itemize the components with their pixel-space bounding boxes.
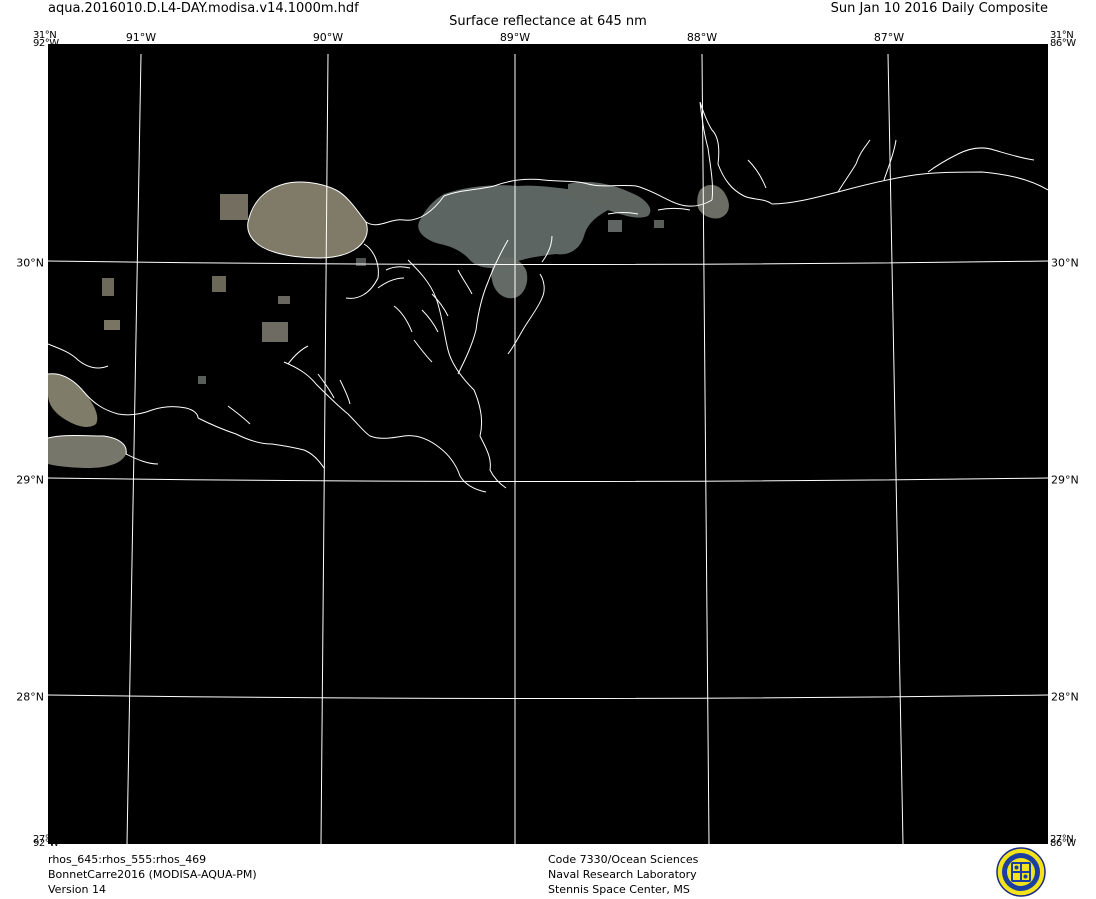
ocean-background [48, 44, 1048, 844]
corner-lon-top-right: 86°W [1050, 38, 1076, 49]
composite-label: Sun Jan 10 2016 Daily Composite [830, 1, 1048, 16]
lon-label-91w: 91°W [125, 31, 157, 44]
footer-band-combo: rhos_645:rhos_555:rhos_469 [48, 853, 207, 866]
lat-label-29n-left: 29°N [16, 473, 44, 487]
footer-left: rhos_645:rhos_555:rhos_469 BonnetCarre20… [48, 852, 257, 897]
corner-lon-bottom-right: 86°W [1050, 838, 1076, 849]
west-patch-4 [104, 320, 120, 330]
sound-speckle-4 [198, 376, 206, 384]
navy-research-seal-icon [996, 847, 1046, 897]
lon-label-90w: 90°W [312, 31, 344, 44]
lat-label-30n-left: 30°N [16, 256, 44, 270]
lat-label-28n-left: 28°N [16, 690, 44, 704]
west-patch-6 [278, 296, 290, 304]
west-patch-3 [102, 278, 114, 296]
footer-code: Code 7330/Ocean Sciences [548, 853, 699, 866]
lat-label-28n-right: 28°N [1051, 690, 1079, 704]
west-patch-2 [212, 276, 226, 292]
sound-speckle-3 [356, 258, 366, 266]
lat-label-29n-right: 29°N [1051, 473, 1079, 487]
vermilion-patch [48, 435, 127, 468]
west-patch-1 [220, 194, 248, 220]
map-title: Surface reflectance at 645 nm [449, 14, 647, 29]
footer-version: Version 14 [48, 883, 106, 896]
map-panel [48, 44, 1048, 844]
west-patch-5 [262, 322, 288, 342]
sound-speckle-2 [654, 220, 664, 228]
sound-speckle-1 [608, 220, 622, 232]
lon-label-89w: 89°W [499, 31, 531, 44]
lat-label-30n-right: 30°N [1051, 256, 1079, 270]
lon-label-88w: 88°W [686, 31, 718, 44]
footer-lab: Naval Research Laboratory [548, 868, 697, 881]
file-name: aqua.2016010.D.L4-DAY.modisa.v14.1000m.h… [48, 1, 359, 16]
reflectance-map [48, 44, 1048, 844]
footer-project: BonnetCarre2016 (MODISA-AQUA-PM) [48, 868, 257, 881]
footer-center: Code 7330/Ocean Sciences Naval Research … [548, 852, 698, 897]
lon-label-87w: 87°W [873, 31, 905, 44]
footer-location: Stennis Space Center, MS [548, 883, 690, 896]
